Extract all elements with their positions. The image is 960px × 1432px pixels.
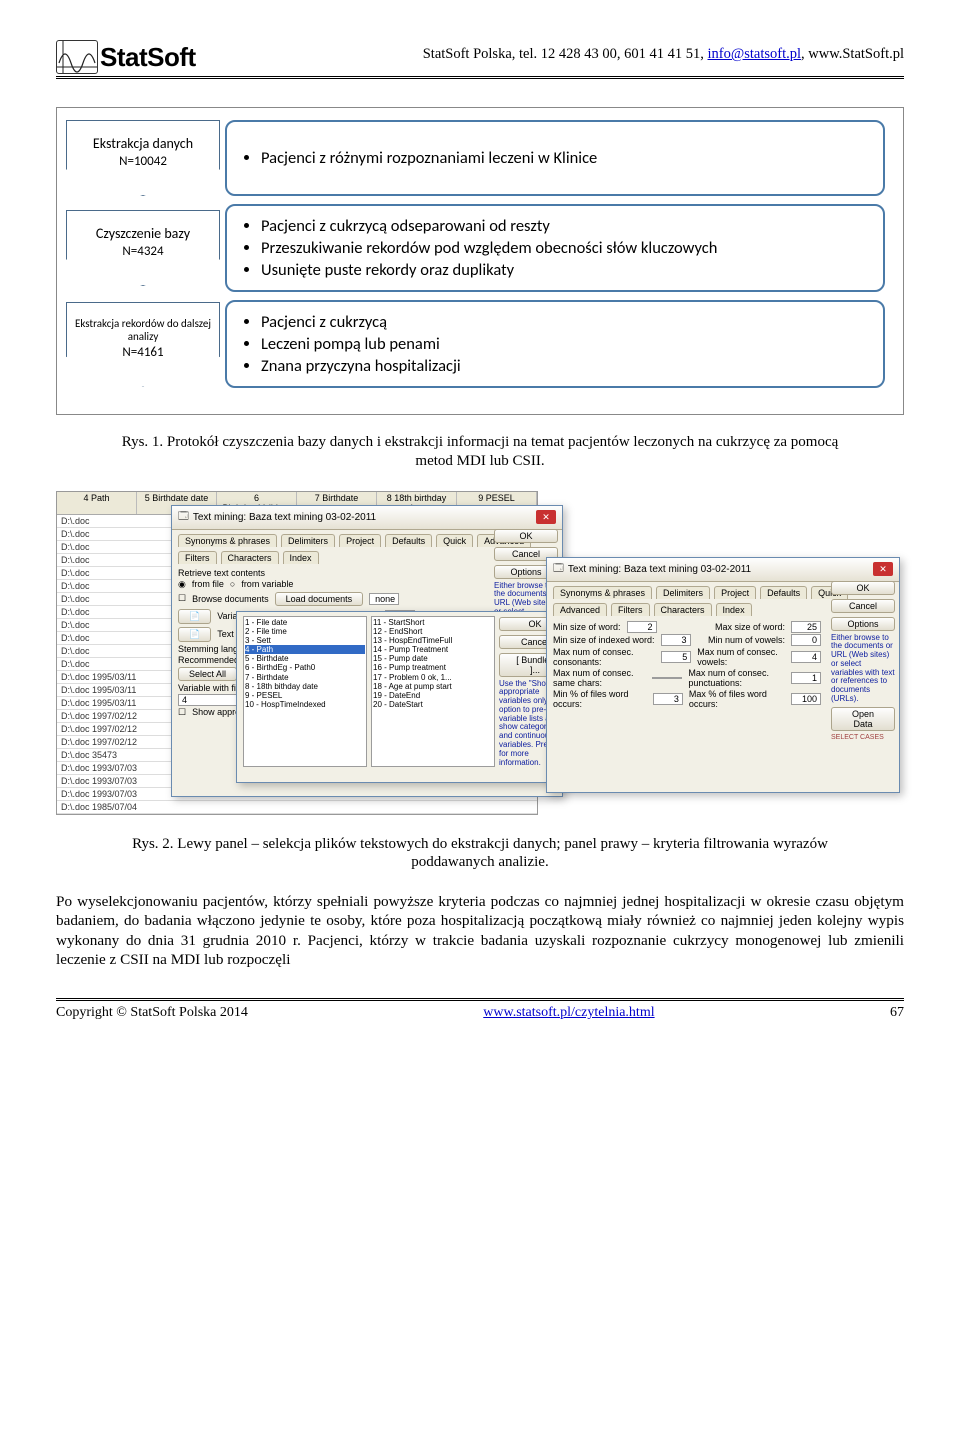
page-header: StatSoft StatSoft Polska, tel. 12 428 43… (56, 40, 904, 79)
max-pct-input[interactable]: 100 (791, 693, 821, 705)
select-all-button[interactable]: Select All (178, 667, 237, 681)
select-cases-label: SELECT CASES (831, 734, 895, 741)
var-list-left[interactable]: 1 - File date2 - File time3 - Sett 4 - P… (243, 616, 367, 768)
checkbox-icon[interactable]: ☐ (178, 707, 186, 718)
brand-name: StatSoft (100, 42, 196, 73)
logo-wave-icon (56, 40, 98, 74)
options-button[interactable]: Options (831, 617, 895, 631)
body-paragraph: Po wyselekcjonowaniu pacjentów, którzy s… (56, 892, 904, 970)
page-footer: Copyright © StatSoft Polska 2014 www.sta… (56, 998, 904, 1021)
max-cons-input[interactable]: 5 (661, 651, 691, 663)
max-punct-input[interactable]: 1 (791, 672, 821, 684)
cancel-button[interactable]: Cancel (831, 599, 895, 613)
figure-1-caption: Rys. 1. Protokół czyszczenia bazy danych… (116, 433, 844, 471)
text-var-button[interactable]: 📄 (178, 627, 211, 642)
header-contact: StatSoft Polska, tel. 12 428 43 00, 601 … (196, 40, 904, 63)
textmining-dialog-right: 🗔 Text mining: Baza text mining 03-02-20… (546, 557, 900, 793)
radio-icon[interactable]: ○ (230, 579, 235, 589)
checkbox-icon[interactable]: ☐ (178, 593, 186, 604)
flow-step-2: Czyszczenie bazy N=4324 Pacjenci z cukrz… (69, 204, 885, 292)
close-icon[interactable]: ✕ (873, 562, 893, 576)
footer-link[interactable]: www.statsoft.pl/czytelnia.html (483, 1005, 654, 1021)
dialog-icon: 🗔 (553, 561, 564, 578)
flow-step-1: Ekstrakcja danych N=10042 Pacjenci z róż… (69, 120, 885, 196)
logo: StatSoft (56, 40, 196, 74)
figure-2-caption: Rys. 2. Lewy panel – selekcja plików tek… (116, 835, 844, 873)
var-doc-button[interactable]: 📄 (178, 609, 211, 624)
max-cvow-input[interactable]: 4 (791, 651, 821, 663)
flow-step-3: Ekstrakcja rekordów do dalszej analizy N… (69, 300, 885, 388)
min-word-input[interactable]: 2 (627, 621, 657, 633)
load-documents-button[interactable]: Load documents (275, 592, 364, 606)
ok-button[interactable]: OK (494, 529, 558, 543)
open-data-button[interactable]: Open Data (831, 707, 895, 731)
close-icon[interactable]: ✕ (536, 510, 556, 524)
min-idx-input[interactable]: 3 (661, 634, 691, 646)
max-word-input[interactable]: 25 (791, 621, 821, 633)
screenshot-composite: 4 Path 5 Birthdate date 6 BirthdateValid… (56, 491, 904, 821)
ok-button[interactable]: OK (831, 581, 895, 595)
flowchart: Ekstrakcja danych N=10042 Pacjenci z róż… (56, 107, 904, 415)
min-pct-input[interactable]: 3 (653, 693, 683, 705)
dialog-icon: 🗔 (178, 509, 189, 526)
copyright: Copyright © StatSoft Polska 2014 (56, 1005, 248, 1021)
page-number: 67 (890, 1005, 904, 1021)
variable-select-dialog: 1 - File date2 - File time3 - Sett 4 - P… (236, 611, 578, 783)
header-email-link[interactable]: info@statsoft.pl (708, 46, 802, 62)
radio-icon[interactable]: ◉ (178, 579, 186, 590)
min-vow-input[interactable]: 0 (791, 634, 821, 646)
var-list-right[interactable]: 11 - StartShort12 - EndShort13 - HospEnd… (371, 616, 495, 768)
max-same-input[interactable] (652, 677, 682, 679)
